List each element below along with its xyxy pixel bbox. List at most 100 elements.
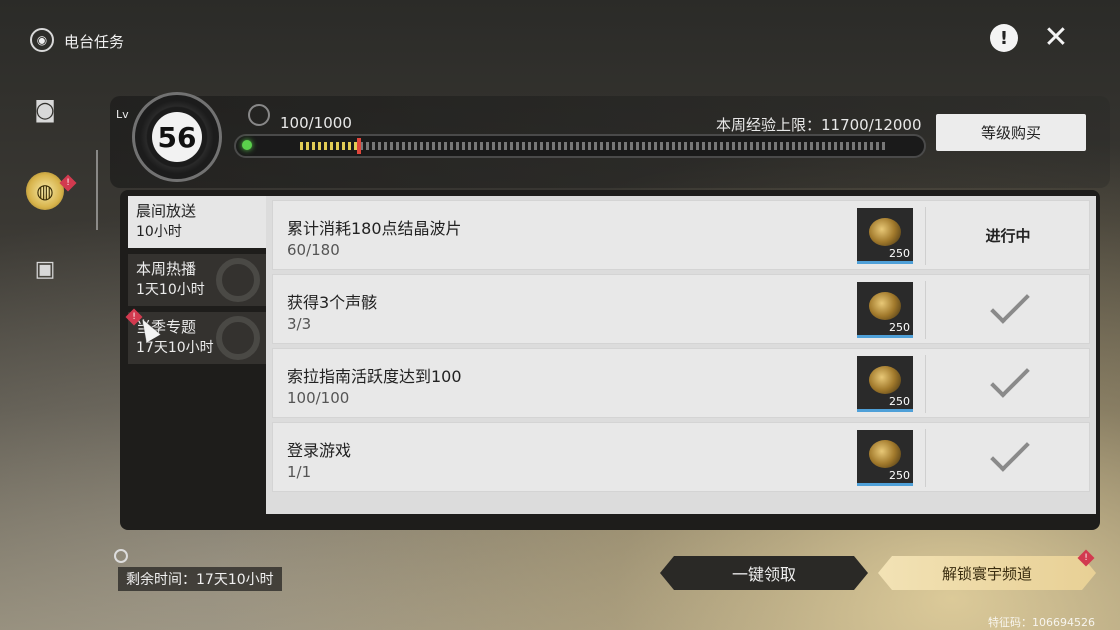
task-row: 登录游戏 1/1 250 <box>272 422 1090 492</box>
progress-tick <box>432 142 435 150</box>
radio-icon: ◙ <box>34 97 56 123</box>
progress-tick <box>522 142 525 150</box>
progress-tick <box>696 142 699 150</box>
progress-tick <box>366 142 369 150</box>
progress-tick <box>846 142 849 150</box>
reward-item[interactable]: 250 <box>857 282 913 338</box>
progress-tick <box>606 142 609 150</box>
progress-tick <box>510 142 513 150</box>
claim-all-button[interactable]: 一键领取 <box>660 556 868 590</box>
progress-tick <box>870 142 873 150</box>
unlock-channel-button[interactable]: 解锁寰宇频道 <box>878 556 1096 590</box>
pass-icon: ◍ <box>36 179 54 203</box>
progress-tick <box>324 142 327 150</box>
task-title: 登录游戏 <box>287 441 352 460</box>
page-title: 电台任务 <box>64 33 125 51</box>
disc-decoration <box>216 316 260 360</box>
progress-tick <box>474 142 477 150</box>
progress-tick <box>732 142 735 150</box>
progress-tick <box>600 142 603 150</box>
task-title: 获得3个声骸 <box>287 293 378 312</box>
progress-tick <box>666 142 669 150</box>
progress-tick <box>450 142 453 150</box>
buy-level-button[interactable]: 等级购买 <box>936 114 1086 151</box>
exclamation-circle-icon: ! <box>999 27 1009 49</box>
exp-progress-marker <box>357 138 361 154</box>
progress-tick <box>810 142 813 150</box>
progress-tick <box>624 142 627 150</box>
sidebar-item-pass[interactable]: ◍ <box>26 172 64 210</box>
check-icon <box>990 358 1030 398</box>
progress-tick <box>684 142 687 150</box>
progress-tick <box>882 142 885 150</box>
progress-tick <box>654 142 657 150</box>
progress-tick <box>312 142 315 150</box>
crystal-disc-icon <box>869 366 901 394</box>
progress-tick <box>840 142 843 150</box>
progress-tick <box>426 142 429 150</box>
reward-quantity: 250 <box>889 469 910 482</box>
progress-tick <box>444 142 447 150</box>
crystal-disc-icon <box>869 292 901 320</box>
remaining-time: 剩余时间：17天10小时 <box>118 567 282 591</box>
progress-tick <box>726 142 729 150</box>
progress-tick <box>342 142 345 150</box>
reward-item[interactable]: 250 <box>857 356 913 412</box>
progress-tick <box>582 142 585 150</box>
progress-tick <box>306 142 309 150</box>
progress-tick <box>750 142 753 150</box>
progress-tick <box>372 142 375 150</box>
divider <box>925 207 926 265</box>
progress-tick <box>570 142 573 150</box>
progress-tick <box>540 142 543 150</box>
progress-tick <box>762 142 765 150</box>
progress-tick <box>528 142 531 150</box>
progress-tick <box>780 142 783 150</box>
progress-tick <box>708 142 711 150</box>
progress-tick <box>876 142 879 150</box>
progress-tick <box>822 142 825 150</box>
progress-tick <box>468 142 471 150</box>
close-star-icon: ✕ <box>1043 20 1069 55</box>
progress-tick <box>774 142 777 150</box>
help-button[interactable]: ! <box>990 24 1018 52</box>
tab-time: 10小时 <box>136 224 182 240</box>
sidebar-item-radio[interactable]: ◙ <box>30 95 60 125</box>
progress-tick <box>672 142 675 150</box>
clock-icon <box>114 549 128 563</box>
progress-tick <box>402 142 405 150</box>
progress-tick <box>720 142 723 150</box>
progress-tick <box>678 142 681 150</box>
progress-tick <box>486 142 489 150</box>
progress-tick <box>816 142 819 150</box>
close-button[interactable]: ✕ <box>1040 22 1072 54</box>
progress-tick <box>336 142 339 150</box>
reward-quantity: 250 <box>889 395 910 408</box>
crystal-disc-icon <box>869 440 901 468</box>
notification-badge: ! <box>59 174 77 192</box>
task-row: 累计消耗180点结晶波片 60/180 250 进行中 <box>272 200 1090 270</box>
progress-tick <box>852 142 855 150</box>
task-progress: 60/180 <box>287 241 340 259</box>
sidebar-item-box[interactable]: ▣ <box>30 254 60 284</box>
progress-start-dot <box>242 140 252 150</box>
progress-tick <box>612 142 615 150</box>
progress-tick <box>798 142 801 150</box>
divider <box>925 355 926 413</box>
reward-item[interactable]: 250 <box>857 208 913 264</box>
tab-weekly[interactable]: 本周热播 1天10小时 <box>128 254 266 306</box>
check-icon <box>990 284 1030 324</box>
task-row: 索拉指南活跃度达到100 100/100 250 <box>272 348 1090 418</box>
task-row: 获得3个声骸 3/3 250 <box>272 274 1090 344</box>
reward-item[interactable]: 250 <box>857 430 913 486</box>
progress-tick <box>630 142 633 150</box>
progress-tick <box>636 142 639 150</box>
reward-quantity: 250 <box>889 321 910 334</box>
exp-progress-text: 100/1000 <box>280 114 352 132</box>
progress-tick <box>702 142 705 150</box>
tab-morning[interactable]: 晨间放送 10小时 <box>128 196 266 248</box>
progress-tick <box>414 142 417 150</box>
task-title: 累计消耗180点结晶波片 <box>287 219 462 238</box>
progress-tick <box>492 142 495 150</box>
progress-tick <box>648 142 651 150</box>
